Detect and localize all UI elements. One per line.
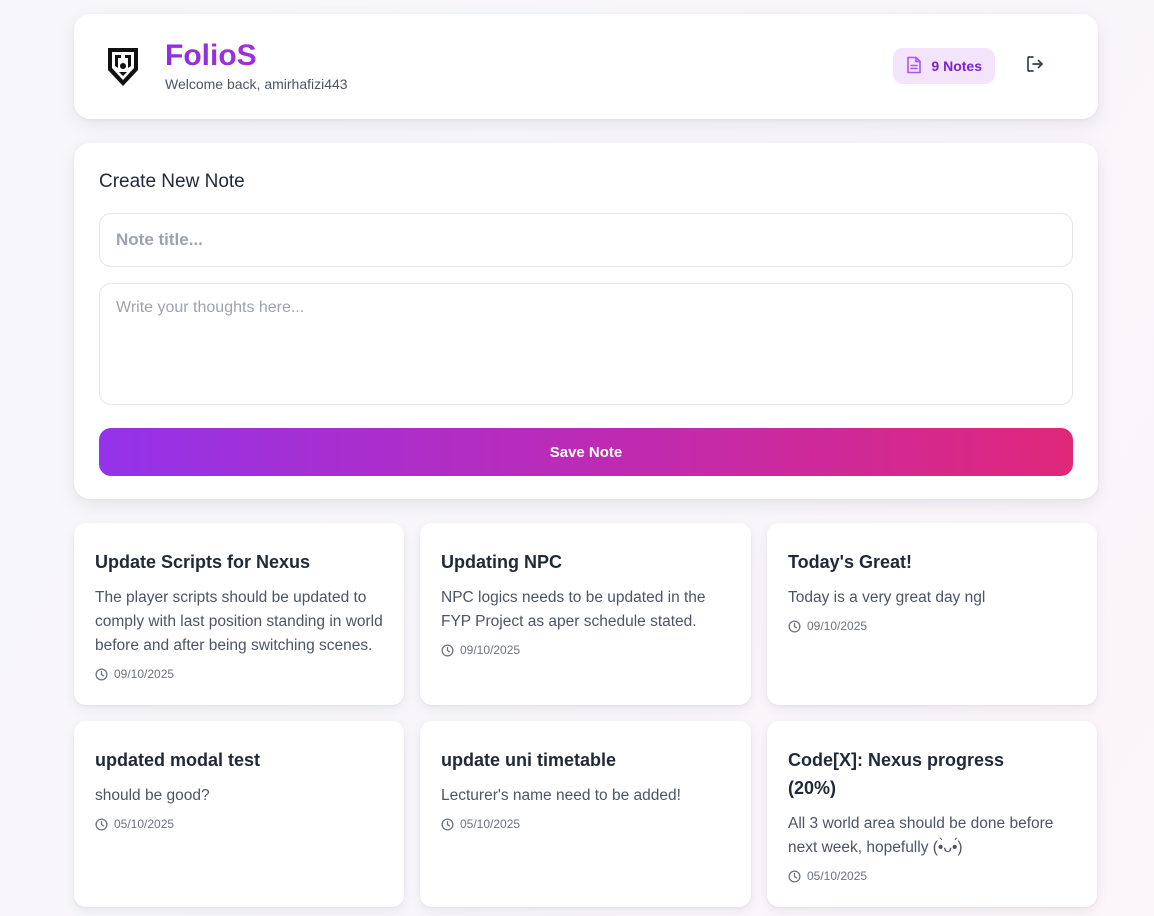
note-title: Today's Great! <box>788 552 912 572</box>
note-title: Updating NPC <box>441 552 562 572</box>
app: FolioS Welcome back, amirhafizi443 9 Not… <box>74 14 1098 907</box>
note-date: 05/10/2025 <box>441 817 731 831</box>
logout-icon <box>1026 55 1044 78</box>
clock-icon <box>788 619 801 633</box>
note-date: 09/10/2025 <box>95 667 384 681</box>
note-card[interactable]: update uni timetable Lecturer's name nee… <box>420 721 751 907</box>
note-title-input[interactable] <box>99 213 1073 267</box>
logout-button[interactable] <box>1017 48 1053 84</box>
note-date-text: 05/10/2025 <box>114 817 175 831</box>
note-title: Update Scripts for Nexus <box>95 552 311 572</box>
note-body: NPC logics needs to be updated in the FY… <box>441 589 706 630</box>
notes-grid: Update Scripts for Nexus The player scri… <box>74 523 1098 907</box>
note-date: 09/10/2025 <box>441 643 731 657</box>
note-body-input[interactable] <box>99 283 1073 405</box>
create-note-heading: Create New Note <box>99 171 245 192</box>
note-card[interactable]: Today's Great! Today is a very great day… <box>767 523 1097 705</box>
brand-title: FolioS <box>165 41 348 71</box>
create-note-card: Create New Note Save Note <box>74 143 1098 499</box>
note-date-text: 05/10/2025 <box>807 869 868 883</box>
clock-icon <box>95 667 108 681</box>
clock-icon <box>441 817 454 831</box>
note-date: 05/10/2025 <box>95 817 384 831</box>
clock-icon <box>441 643 454 657</box>
note-body: The player scripts should be updated to … <box>95 589 383 654</box>
note-date: 09/10/2025 <box>788 619 1077 633</box>
note-date-text: 09/10/2025 <box>460 643 521 657</box>
header: FolioS Welcome back, amirhafizi443 9 Not… <box>74 14 1098 119</box>
notes-count-badge[interactable]: 9 Notes <box>893 48 995 84</box>
note-date-text: 05/10/2025 <box>460 817 521 831</box>
note-title: updated modal test <box>95 750 261 770</box>
note-date-text: 09/10/2025 <box>807 619 868 633</box>
clock-icon <box>788 869 801 883</box>
document-icon <box>906 56 922 77</box>
note-card[interactable]: Update Scripts for Nexus The player scri… <box>74 523 404 705</box>
note-title: Code[X]: Nexus progress (20%) <box>788 750 1005 798</box>
save-note-button[interactable]: Save Note <box>99 428 1073 476</box>
note-card[interactable]: Code[X]: Nexus progress (20%) All 3 worl… <box>767 721 1097 907</box>
note-date: 05/10/2025 <box>788 869 1077 883</box>
note-body: Lecturer's name need to be added! <box>441 787 681 804</box>
app-logo <box>104 45 142 89</box>
note-body: Today is a very great day ngl <box>788 589 986 606</box>
note-body: All 3 world area should be done before n… <box>788 815 1054 856</box>
notes-count-label: 9 Notes <box>931 58 982 74</box>
brand-block: FolioS Welcome back, amirhafizi443 <box>165 41 348 93</box>
note-body: should be good? <box>95 787 210 804</box>
welcome-text: Welcome back, amirhafizi443 <box>165 76 348 92</box>
clock-icon <box>95 817 108 831</box>
note-title: update uni timetable <box>441 750 617 770</box>
note-date-text: 09/10/2025 <box>114 667 175 681</box>
note-card[interactable]: updated modal test should be good? 05/10… <box>74 721 404 907</box>
header-actions: 9 Notes <box>893 48 1053 84</box>
note-card[interactable]: Updating NPC NPC logics needs to be upda… <box>420 523 751 705</box>
